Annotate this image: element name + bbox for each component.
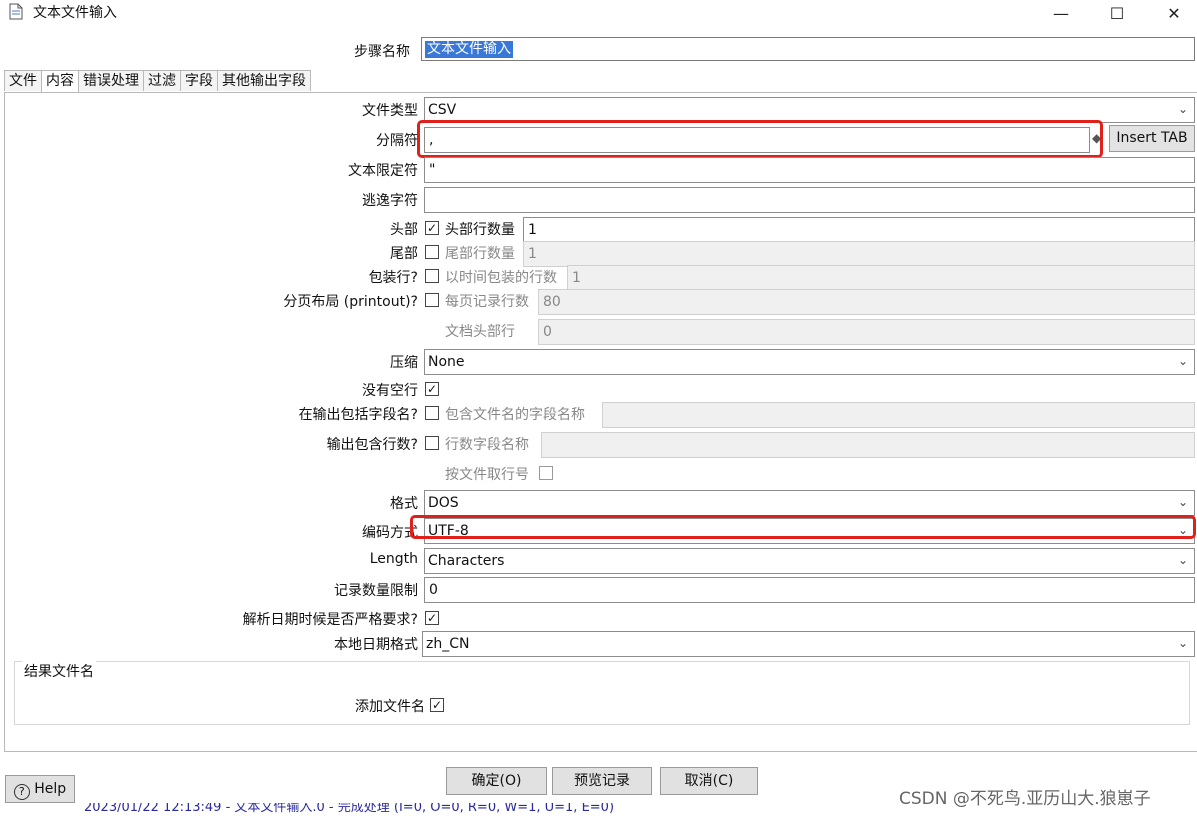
footer-checkbox[interactable] <box>425 245 439 259</box>
rows-per-page-input: 80 <box>538 289 1195 315</box>
highlight-box-encoding <box>410 515 1196 539</box>
wrap-rows-value: 1 <box>572 270 581 286</box>
footer-label: 尾部 <box>390 246 418 262</box>
locale-label: 本地日期格式 <box>334 637 418 653</box>
rownum-field-input <box>541 432 1195 458</box>
wrap-rows-input: 1 <box>567 265 1195 291</box>
tab-error-handling[interactable]: 错误处理 <box>78 70 144 91</box>
header-checkbox[interactable]: ✓ <box>425 221 439 235</box>
filename-field-input <box>602 402 1195 428</box>
rownum-field-label: 行数字段名称 <box>445 437 529 453</box>
format-select[interactable]: DOS ⌄ <box>424 490 1195 516</box>
chevron-down-icon: ⌄ <box>1177 102 1188 116</box>
highlight-box-separator <box>417 120 1103 158</box>
header-label: 头部 <box>390 222 418 238</box>
limit-value: 0 <box>429 582 438 598</box>
file-type-value: CSV <box>428 102 457 118</box>
lenient-date-label: 解析日期时候是否严格要求? <box>242 612 418 628</box>
tab-bar: 文件 内容 错误处理 过滤 字段 其他输出字段 <box>4 70 311 93</box>
ok-button[interactable]: 确定(O) <box>446 767 547 795</box>
chevron-down-icon: ⌄ <box>1177 553 1188 567</box>
footer-rows-label: 尾部行数量 <box>445 246 515 262</box>
compression-select[interactable]: None ⌄ <box>424 349 1195 375</box>
header-rows-input[interactable]: 1 <box>523 217 1195 243</box>
file-type-label: 文件类型 <box>362 103 418 119</box>
tab-file[interactable]: 文件 <box>4 70 42 91</box>
help-icon: ? <box>13 784 30 800</box>
add-filename-label: 添加文件名 <box>355 699 425 715</box>
compression-label: 压缩 <box>390 355 418 371</box>
wrap-checkbox[interactable] <box>425 269 439 283</box>
separator-label: 分隔符 <box>376 133 418 149</box>
maximize-button[interactable]: ☐ <box>1094 0 1140 26</box>
insert-tab-button[interactable]: Insert TAB <box>1109 125 1195 152</box>
limit-input[interactable]: 0 <box>424 577 1195 603</box>
rows-per-page-label: 每页记录行数 <box>445 294 529 310</box>
length-select[interactable]: Characters ⌄ <box>424 548 1195 574</box>
format-value: DOS <box>428 495 459 511</box>
include-filename-label: 在输出包括字段名? <box>298 407 418 423</box>
document-icon <box>9 3 23 20</box>
help-label: Help <box>34 781 67 797</box>
header-rows-label: 头部行数量 <box>445 222 515 238</box>
close-button[interactable]: ✕ <box>1151 0 1197 26</box>
paged-checkbox[interactable] <box>425 293 439 307</box>
compression-value: None <box>428 354 465 370</box>
footer-rows-input: 1 <box>523 241 1195 267</box>
length-value: Characters <box>428 553 505 569</box>
doc-header-value: 0 <box>543 324 552 340</box>
include-rownum-checkbox[interactable] <box>425 436 439 450</box>
wrap-rows-label: 以时间包装的行数 <box>445 270 557 286</box>
wrap-label: 包装行? <box>368 270 418 286</box>
format-label: 格式 <box>390 496 418 512</box>
preview-button[interactable]: 预览记录 <box>552 767 652 795</box>
include-rownum-label: 输出包含行数? <box>326 437 418 453</box>
limit-label: 记录数量限制 <box>334 583 418 599</box>
escape-input[interactable] <box>424 187 1195 213</box>
tab-content[interactable]: 内容 <box>41 70 79 93</box>
no-empty-rows-label: 没有空行 <box>362 383 418 399</box>
no-empty-rows-checkbox[interactable]: ✓ <box>425 382 439 396</box>
encoding-label: 编码方式 <box>362 525 418 541</box>
step-name-label: 步骤名称 <box>354 44 410 60</box>
tab-filter[interactable]: 过滤 <box>143 70 181 91</box>
tab-other-output-fields[interactable]: 其他输出字段 <box>217 70 311 91</box>
chevron-down-icon: ⌄ <box>1177 495 1188 509</box>
title-bar: 文本文件输入 — ☐ ✕ <box>0 0 1197 30</box>
rownum-per-file-label: 按文件取行号 <box>445 467 529 483</box>
add-filename-checkbox[interactable]: ✓ <box>430 698 444 712</box>
paged-label: 分页布局 (printout)? <box>283 294 418 310</box>
doc-header-input: 0 <box>538 319 1195 345</box>
escape-label: 逃逸字符 <box>362 193 418 209</box>
enclosure-label: 文本限定符 <box>348 163 418 179</box>
footer-rows-value: 1 <box>528 246 537 262</box>
chevron-down-icon: ⌄ <box>1177 636 1188 650</box>
include-filename-checkbox[interactable] <box>425 406 439 420</box>
step-name-input[interactable]: 文本文件输入 <box>421 37 1195 61</box>
rows-per-page-value: 80 <box>543 294 561 310</box>
minimize-button[interactable]: — <box>1038 0 1084 26</box>
cancel-button[interactable]: 取消(C) <box>660 767 758 795</box>
locale-select[interactable]: zh_CN ⌄ <box>422 631 1195 657</box>
enclosure-value: " <box>429 162 436 178</box>
tab-fields[interactable]: 字段 <box>180 70 218 91</box>
doc-header-label: 文档头部行 <box>445 324 515 340</box>
help-button[interactable]: ? Help <box>5 775 75 803</box>
lenient-date-checkbox[interactable]: ✓ <box>425 611 439 625</box>
length-label: Length <box>369 551 418 567</box>
watermark: CSDN @不死鸟.亚历山大.狼崽子 <box>899 789 1151 809</box>
chevron-down-icon: ⌄ <box>1177 354 1188 368</box>
window-title: 文本文件输入 <box>33 5 117 21</box>
enclosure-input[interactable]: " <box>424 157 1195 183</box>
step-name-value: 文本文件输入 <box>425 41 513 58</box>
rownum-per-file-checkbox <box>539 466 553 480</box>
locale-value: zh_CN <box>426 636 470 652</box>
result-file-group-title: 结果文件名 <box>22 661 96 681</box>
header-rows-value: 1 <box>528 222 537 238</box>
filename-field-label: 包含文件名的字段名称 <box>445 407 585 423</box>
